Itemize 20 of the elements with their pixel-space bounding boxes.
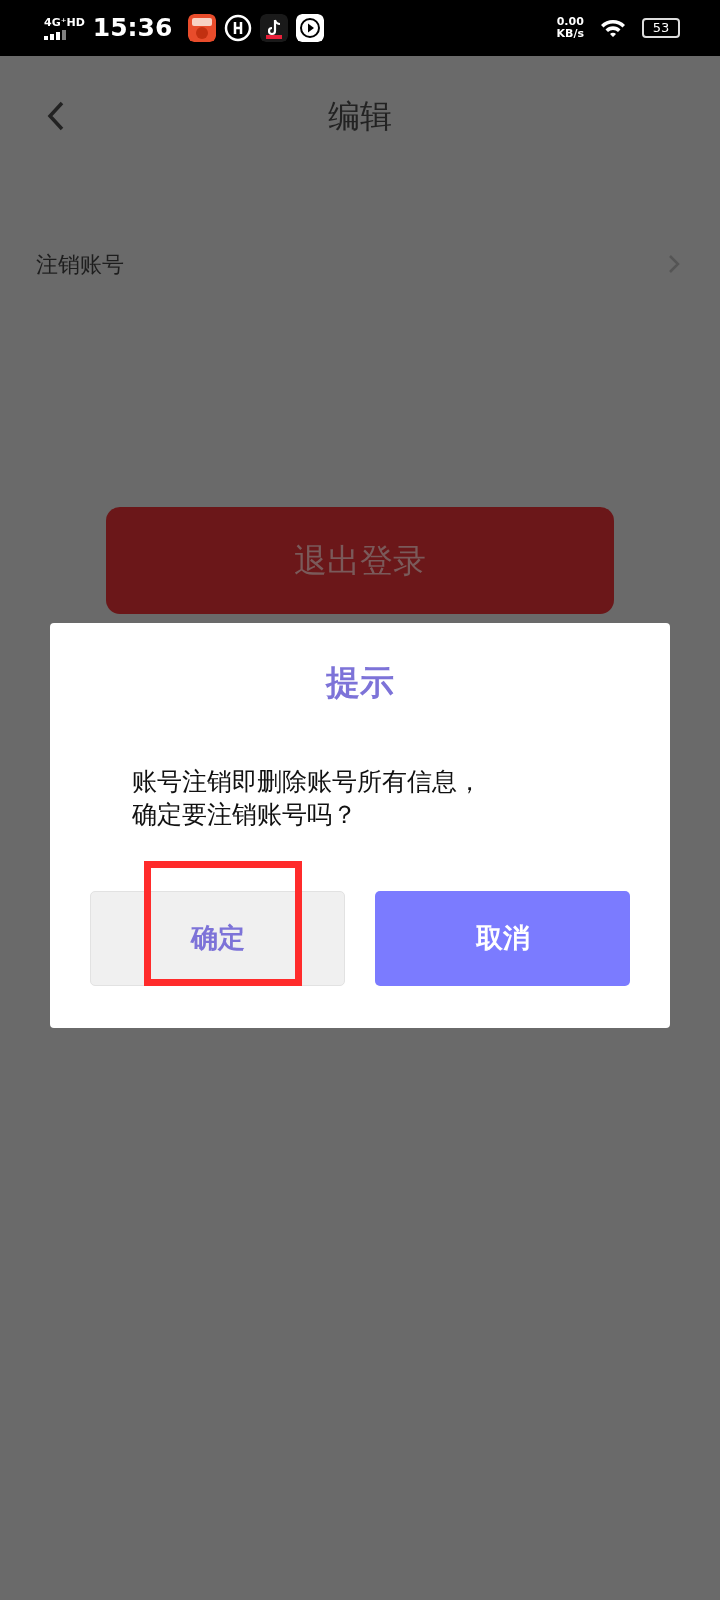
dialog-message: 账号注销即删除账号所有信息，确定要注销账号吗？ bbox=[132, 766, 483, 831]
settings-row[interactable]: 注销账号 bbox=[0, 224, 720, 304]
app-icon bbox=[260, 14, 289, 42]
speed-unit: KB/s bbox=[556, 28, 584, 40]
cancel-button[interactable]: 取消 bbox=[375, 891, 630, 986]
back-icon[interactable] bbox=[46, 100, 66, 132]
row-label: 注销账号 bbox=[36, 250, 124, 279]
battery-indicator: 53 bbox=[642, 18, 680, 38]
wifi-icon bbox=[600, 18, 626, 38]
dialog-title: 提示 bbox=[324, 661, 395, 704]
status-time: 15:36 bbox=[92, 12, 173, 45]
app-icon bbox=[188, 14, 217, 42]
signal-icon bbox=[44, 29, 66, 40]
app-icon bbox=[224, 14, 253, 42]
logout-button[interactable]: 退出登录 bbox=[106, 507, 614, 614]
page-title: 编辑 bbox=[328, 96, 392, 137]
speed-value: 0.00 bbox=[556, 16, 584, 28]
confirm-button[interactable]: 确定 bbox=[90, 891, 345, 986]
play-icon bbox=[296, 14, 325, 42]
network-label: 4G⁺HD bbox=[44, 16, 85, 28]
